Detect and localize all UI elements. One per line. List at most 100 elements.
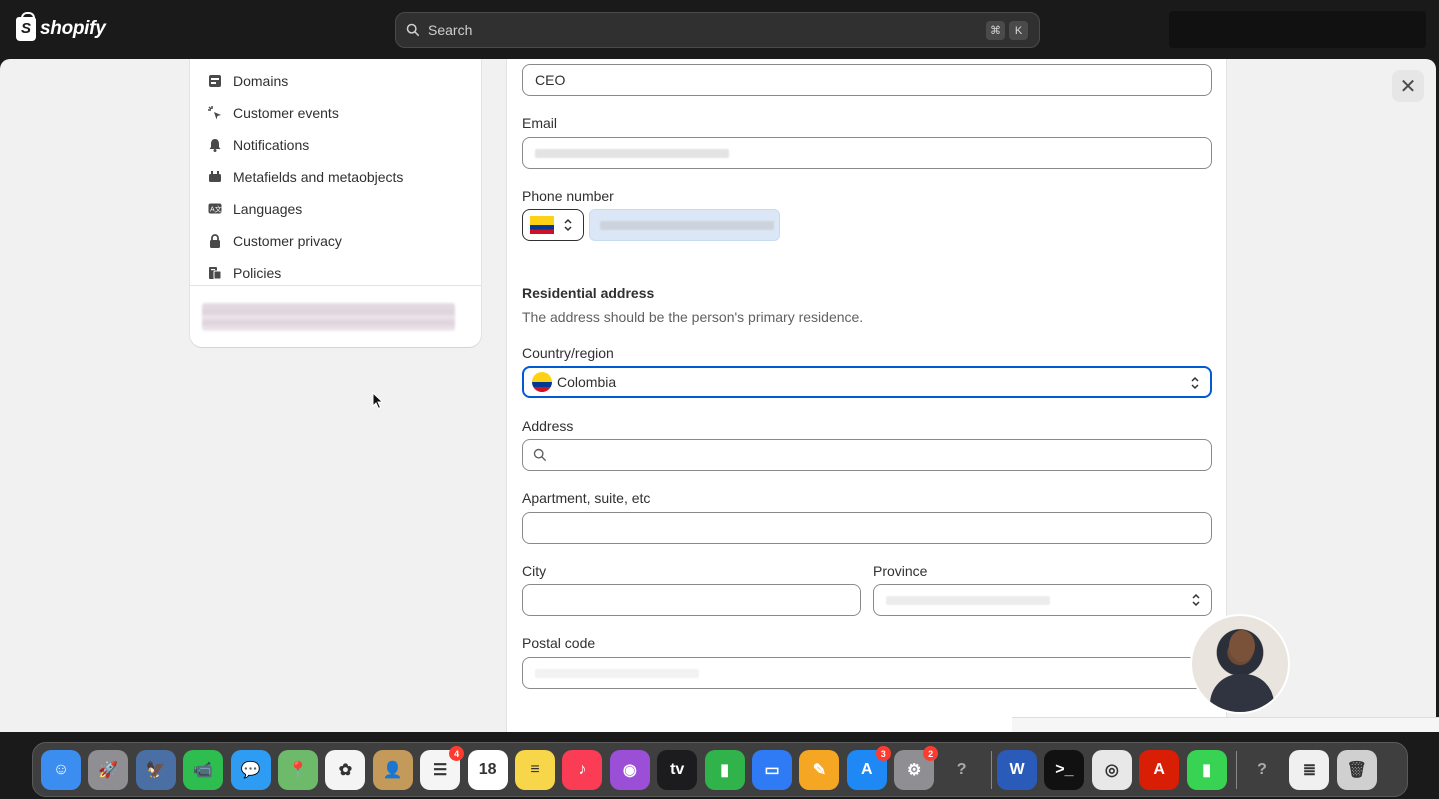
system-settings-icon[interactable]: ⚙ 2 [894,746,939,790]
dock-separator [1236,751,1237,789]
top-right-area [1169,11,1426,48]
search-icon [406,23,420,37]
acrobat-icon[interactable]: A [1139,750,1180,790]
chrome-icon[interactable]: ◎ [1091,750,1132,790]
sidebar-item-label: Customer privacy [233,233,342,249]
messages-icon[interactable]: 💬 [230,750,271,790]
title-input[interactable]: CEO [522,64,1212,96]
bell-icon [209,139,221,152]
dock-icon-glyph: >_ [1055,761,1074,778]
postal-code-input[interactable] [522,657,1212,689]
keynote-icon[interactable]: ▭ [752,750,792,790]
country-label: Country/region [522,345,614,361]
word-icon[interactable]: W [997,750,1037,790]
colombia-flag-icon [530,216,554,234]
preview-icon[interactable]: 🦅 [135,750,176,790]
top-bar: S shopify Search ⌘ K [0,0,1439,59]
province-select[interactable] [873,584,1212,616]
search-placeholder: Search [428,22,473,38]
macos-dock: ☺ 🚀 🦅 📹 💬 📍 ✿ 👤 ☰ 4 18 ≡ ♪ ◉ tv ▮ ▭ ✎ A 3 ⚙ 2? W >_ ◎ A ▮? ≣ 🗑 [32,742,1408,797]
finder-icon[interactable]: ☺ [41,750,81,790]
language-icon: A文 [208,203,222,214]
search-bar[interactable]: Search ⌘ K [395,12,1040,48]
dock-icon-glyph: 👤 [382,762,403,779]
contacts-icon[interactable]: 👤 [372,750,413,790]
dock-icon-glyph: ♪ [578,761,587,778]
webcam-strip [1012,717,1439,732]
unknown-app-2-icon[interactable]: ? [1242,750,1282,790]
sidebar-item-policies[interactable]: Policies [207,261,281,285]
phone-label: Phone number [522,188,614,204]
dock-icon-glyph: 18 [478,761,497,778]
dock-separator [991,751,992,789]
chevron-up-down-icon [564,218,572,232]
calendar-icon[interactable]: 18 [467,750,508,790]
launchpad-icon[interactable]: 🚀 [88,750,129,790]
sidebar-item-label: Policies [233,265,282,281]
dock-icon-glyph: ⚙ [907,762,922,779]
city-input[interactable] [522,584,861,616]
podcasts-icon[interactable]: ◉ [609,750,650,790]
policies-icon [209,267,222,280]
contact-form-card: CEO Email Phone number Residential addre… [506,59,1227,732]
trash-icon[interactable]: 🗑 [1336,750,1377,790]
colombia-flag-icon [532,372,552,392]
country-select[interactable]: Colombia [522,366,1212,398]
sidebar-item-domains[interactable]: Domains [207,69,288,93]
k-key: K [1009,21,1028,40]
logo-text: shopify [40,18,106,39]
webcam-person-head [1229,630,1255,662]
dock-icon-glyph: ◎ [1104,762,1119,779]
phone-country-select[interactable] [522,209,584,241]
dock-icon-glyph: ◉ [622,762,637,779]
chevron-up-down-icon [1192,593,1200,607]
apartment-input[interactable] [522,512,1212,544]
dock-icon-glyph: ☺ [52,761,70,778]
postal-code-label: Postal code [522,635,596,651]
shopify-logo[interactable]: S shopify [16,12,106,41]
green-app-icon[interactable]: ▮ [1186,750,1227,790]
photos-icon[interactable]: ✿ [325,750,366,790]
sidebar-item-label: Notifications [233,137,310,153]
email-label: Email [522,115,558,131]
numbers-icon[interactable]: ▮ [704,750,745,790]
music-icon[interactable]: ♪ [562,750,603,790]
sidebar-item-label: Languages [233,201,303,217]
address-input[interactable] [522,439,1212,471]
phone-input[interactable] [589,209,780,241]
terminal-icon[interactable]: >_ [1044,750,1085,790]
dock-badge: 2 [923,746,939,761]
unknown-app-icon[interactable]: ? [942,750,982,790]
dock-icon-glyph: ✎ [812,762,827,779]
dock-icon-glyph: ▮ [1202,762,1211,779]
residential-address-title: Residential address [522,285,655,301]
title-value: CEO [535,72,566,88]
sidebar-item-languages[interactable]: A文 Languages [207,197,302,221]
app-store-icon[interactable]: A3 [846,746,891,790]
sidebar-item-customer-events[interactable]: Customer events [207,101,339,125]
close-button[interactable]: ✕ [1392,70,1424,102]
shopify-bag-icon: S [16,12,36,41]
pages-icon[interactable]: ✎ [799,750,840,790]
email-field[interactable] [522,137,1212,169]
command-key: ⌘ [986,21,1005,40]
apartment-label: Apartment, suite, etc [522,490,651,506]
notes-icon[interactable]: ≡ [515,750,555,790]
sidebar-item-notifications[interactable]: Notifications [207,133,309,157]
dock-icon-glyph: 📹 [193,762,214,779]
dock-icon-glyph: W [1009,761,1025,778]
address-label: Address [522,418,574,434]
cursor-click-icon [208,106,221,120]
documents-icon[interactable]: ≣ [1289,750,1330,790]
facetime-icon[interactable]: 📹 [183,750,224,790]
dock-icon-glyph: 💬 [240,762,261,779]
sidebar-item-label: Metafields and metaobjects [233,169,404,185]
sidebar-item-metafields[interactable]: Metafields and metaobjects [207,165,403,189]
svg-text:A文: A文 [210,205,222,214]
sidebar-item-customer-privacy[interactable]: Customer privacy [207,229,342,253]
apple-tv-icon[interactable]: tv [657,750,698,790]
reminders-icon[interactable]: ☰ 4 [420,746,465,790]
chevron-up-down-icon [1191,376,1199,390]
metafields-icon [209,171,221,182]
maps-icon[interactable]: 📍 [278,750,318,790]
